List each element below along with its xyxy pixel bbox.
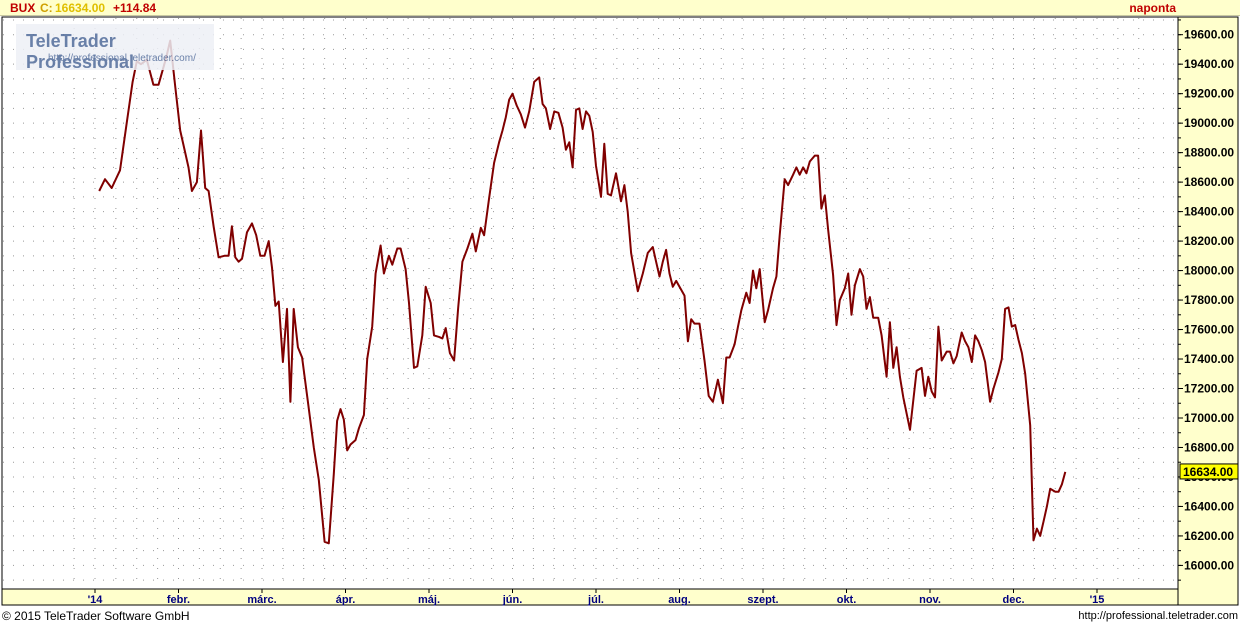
y-tick-label: 16400.00	[1184, 499, 1234, 513]
y-tick-label: 18000.00	[1184, 264, 1234, 278]
y-tick-label: 17200.00	[1184, 382, 1234, 396]
plot-area	[1, 16, 1179, 590]
x-tick-label: okt.	[837, 594, 857, 606]
x-tick-label: '15	[1090, 594, 1105, 606]
footer-copyright: © 2015 TeleTrader Software GmbH	[2, 609, 190, 623]
logo-url: http://professional.teletrader.com/	[48, 53, 196, 64]
last-price-label: 16634.00	[1183, 465, 1233, 479]
y-axis-strip	[1177, 16, 1239, 606]
y-tick-label: 16000.00	[1184, 558, 1234, 572]
x-tick-label: aug.	[668, 594, 691, 606]
x-tick-label: febr.	[167, 594, 190, 606]
x-tick-label: nov.	[919, 594, 941, 606]
x-tick-label: '14	[88, 594, 104, 606]
y-tick-label: 17600.00	[1184, 323, 1234, 337]
y-tick-label: 16800.00	[1184, 440, 1234, 454]
price-chart[interactable]: 16000.0016200.0016400.0016600.0016800.00…	[0, 0, 1240, 625]
x-tick-label: dec.	[1002, 594, 1024, 606]
y-tick-label: 18400.00	[1184, 205, 1234, 219]
y-tick-label: 18200.00	[1184, 234, 1234, 248]
y-tick-label: 18800.00	[1184, 146, 1234, 160]
logo-name: TeleTrader Professional	[26, 31, 135, 72]
teletrader-logo: TeleTrader Professional http://professio…	[16, 24, 214, 72]
y-tick-label: 19600.00	[1184, 28, 1234, 42]
x-tick-label: márc.	[247, 594, 276, 606]
y-tick-label: 17400.00	[1184, 352, 1234, 366]
x-tick-label: máj.	[418, 594, 440, 606]
footer-url[interactable]: http://professional.teletrader.com	[1078, 610, 1238, 622]
y-tick-label: 17800.00	[1184, 293, 1234, 307]
y-tick-label: 19000.00	[1184, 116, 1234, 130]
y-tick-label: 18600.00	[1184, 175, 1234, 189]
y-tick-label: 19400.00	[1184, 57, 1234, 71]
y-tick-label: 19200.00	[1184, 87, 1234, 101]
y-tick-label: 17000.00	[1184, 411, 1234, 425]
y-tick-label: 16200.00	[1184, 529, 1234, 543]
x-tick-label: szept.	[747, 594, 778, 606]
x-tick-label: ápr.	[336, 594, 356, 606]
x-tick-label: jún.	[502, 594, 523, 606]
x-tick-label: júl.	[587, 594, 604, 606]
